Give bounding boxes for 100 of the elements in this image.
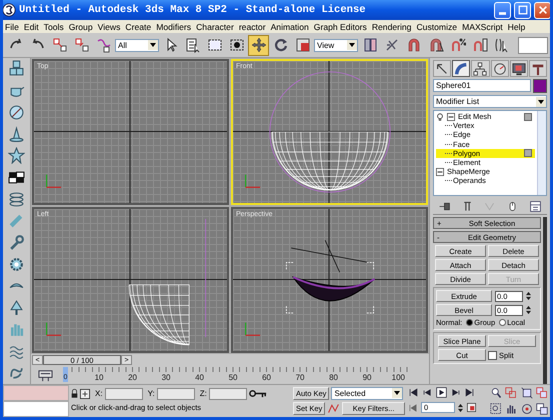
configure-sets-icon[interactable] xyxy=(529,200,542,212)
menu-item[interactable]: MAXScript xyxy=(462,22,503,32)
star-figure-icon[interactable] xyxy=(8,147,25,164)
cone-icon[interactable] xyxy=(8,126,25,143)
quarter-sphere-drawing xyxy=(128,284,190,346)
checker-icon[interactable] xyxy=(8,168,25,186)
menu-item[interactable]: Graph Editors xyxy=(314,22,367,32)
minimize-button[interactable] xyxy=(494,2,511,18)
coil-icon[interactable] xyxy=(8,190,25,208)
y-coordinate-field[interactable] xyxy=(156,388,195,400)
scrollbar[interactable] xyxy=(537,111,546,195)
frame-label: 50 xyxy=(228,373,238,382)
arrow-tab[interactable] xyxy=(433,60,452,77)
magnet-icon xyxy=(406,37,422,53)
spinner-arrows-icon[interactable] xyxy=(526,291,531,301)
expander-icon[interactable] xyxy=(447,112,455,121)
hammer-icon xyxy=(530,62,545,76)
zoom-extents-icon[interactable] xyxy=(520,387,533,399)
orbit-icon[interactable] xyxy=(520,403,533,415)
menu-item[interactable]: Group xyxy=(68,22,93,32)
menu-item[interactable]: Edit xyxy=(24,22,39,32)
cubes-icon[interactable] xyxy=(8,60,25,78)
arrow-icon xyxy=(435,62,450,76)
bent-tube-tab[interactable] xyxy=(452,60,470,77)
angle-magnet-icon xyxy=(428,37,444,53)
modifier-list-dropdown[interactable]: Modifier List xyxy=(433,95,547,108)
menu-item[interactable]: reactor xyxy=(238,22,266,32)
app-icon xyxy=(3,3,16,17)
dial-tab[interactable] xyxy=(490,60,509,77)
region-zoom-icon[interactable] xyxy=(490,403,502,415)
spinner-magnet-icon xyxy=(472,37,488,53)
sphere-icon[interactable] xyxy=(8,104,25,121)
menu-item[interactable]: Animation xyxy=(270,22,309,32)
named-selection-icon xyxy=(494,37,510,53)
key-mode-icon[interactable] xyxy=(408,402,418,412)
zoom-extents-all-icon[interactable] xyxy=(536,387,548,399)
menu-item[interactable]: File xyxy=(5,22,19,32)
selection-filter-dropdown[interactable]: All xyxy=(115,38,159,52)
key-curve-icon[interactable] xyxy=(327,402,340,414)
hammer-tab[interactable] xyxy=(528,60,548,77)
close-button[interactable] xyxy=(534,2,550,18)
axis-icon xyxy=(245,322,260,336)
go-start-icon[interactable] xyxy=(408,387,419,398)
reference-coordinate-dropdown[interactable]: View xyxy=(314,38,358,52)
tree-icon[interactable] xyxy=(8,299,25,316)
menu-item[interactable]: Customize xyxy=(416,22,458,32)
frame-label: 80 xyxy=(329,373,338,382)
dial-icon xyxy=(492,62,507,76)
menu-item[interactable]: Views xyxy=(98,22,120,32)
menu-item[interactable]: Rendering xyxy=(372,22,412,32)
maximize-button[interactable] xyxy=(514,2,531,18)
time-configuration-icon[interactable] xyxy=(466,402,477,413)
curve-editor-icon[interactable] xyxy=(38,368,53,382)
link-icon xyxy=(52,37,68,53)
spinner-arrows-icon[interactable] xyxy=(458,402,463,412)
scrollbar[interactable] xyxy=(543,217,547,384)
frame-label: 60 xyxy=(262,373,271,382)
menu-item[interactable]: Modifiers xyxy=(156,22,192,32)
key-icon[interactable] xyxy=(248,389,267,398)
spinner-arrows-icon[interactable] xyxy=(526,305,531,315)
object-name-field[interactable]: Sphere01 xyxy=(433,79,531,92)
key-mode-dropdown[interactable]: Selected xyxy=(331,386,404,400)
dropdown-arrow-icon xyxy=(392,388,402,398)
named-selection-field[interactable] xyxy=(518,36,548,54)
previous-frame-icon[interactable] xyxy=(422,387,433,398)
move-tool[interactable] xyxy=(248,34,269,56)
z-coordinate-field[interactable] xyxy=(208,388,247,400)
maximize-viewport-icon[interactable] xyxy=(536,403,548,415)
go-end-icon[interactable] xyxy=(464,387,475,398)
absolute-mode-icon[interactable] xyxy=(80,388,90,398)
object-color-swatch[interactable] xyxy=(533,79,547,93)
monitor-tab[interactable] xyxy=(510,60,528,77)
x-coordinate-field[interactable] xyxy=(104,388,143,400)
list-icon xyxy=(184,37,200,53)
gear-icon[interactable] xyxy=(8,256,25,273)
dropdown-value: Selected xyxy=(333,388,367,398)
expander-icon[interactable] xyxy=(436,168,444,176)
menu-item[interactable]: Create xyxy=(125,22,152,32)
dropdown-arrow-icon xyxy=(536,96,546,106)
wrench-icon[interactable] xyxy=(8,234,25,252)
axis-icon xyxy=(46,322,62,336)
dropdown-arrow-icon xyxy=(148,40,158,50)
unlink-icon xyxy=(74,37,90,53)
hierarchy-tab[interactable] xyxy=(471,60,490,77)
menu-item[interactable]: Character xyxy=(196,22,234,32)
lock-icon[interactable] xyxy=(71,389,78,398)
percent-magnet-icon xyxy=(450,37,466,53)
x-label: X: xyxy=(95,389,103,398)
light-bulb-icon[interactable] xyxy=(436,112,444,121)
minimize-icon xyxy=(499,12,506,14)
play-icon[interactable] xyxy=(436,387,447,398)
zoom-icon[interactable] xyxy=(490,387,502,399)
sub-object-indicator xyxy=(524,112,532,121)
window-title: Untitled - Autodesk 3ds Max 8 SP2 - Stand-alone License xyxy=(19,4,366,16)
menu-item[interactable]: Help xyxy=(508,22,526,32)
y-label: Y: xyxy=(148,389,155,398)
menu-item[interactable]: Tools xyxy=(44,22,64,32)
next-frame-icon[interactable] xyxy=(450,387,461,398)
frame-label: 70 xyxy=(296,373,304,382)
dropdown-value: Modifier List xyxy=(435,97,480,106)
